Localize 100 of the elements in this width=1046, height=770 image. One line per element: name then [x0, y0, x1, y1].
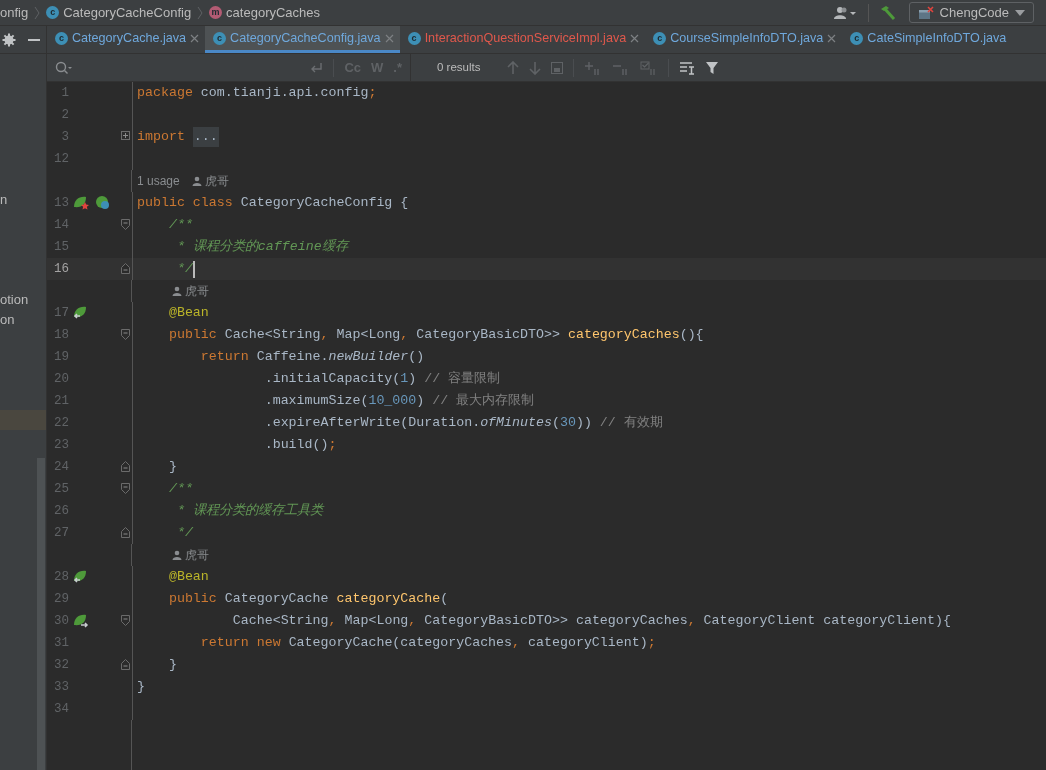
fold-marker-icon[interactable]	[121, 329, 130, 340]
code-token: ;	[328, 436, 337, 455]
breadcrumb[interactable]: m categoryCaches	[204, 2, 326, 23]
class-icon: c	[213, 31, 227, 45]
add-occurrence-icon[interactable]	[584, 60, 602, 75]
code-token: ,	[512, 634, 522, 653]
author-hint[interactable]: 虎哥	[184, 282, 209, 300]
scrollbar[interactable]	[37, 458, 45, 770]
close-icon[interactable]	[827, 33, 837, 43]
editor-tab[interactable]: c CateSimpleInfoDTO.java	[842, 26, 1013, 53]
bean-leaf-icon[interactable]	[72, 613, 90, 629]
arrow-down-icon[interactable]	[529, 60, 541, 75]
code-token: (	[551, 414, 560, 433]
close-icon[interactable]	[630, 33, 640, 43]
bean-leaf-icon[interactable]	[72, 195, 90, 211]
line-number: 22	[53, 414, 69, 432]
code-comment: */	[176, 260, 193, 279]
editor-tab[interactable]: c CategoryCache.java	[47, 26, 206, 53]
code-comment: * 课程分类的caffeine缓存	[176, 238, 348, 257]
code-comment: */	[176, 524, 193, 543]
lines-icon[interactable]	[679, 60, 695, 75]
line-number: 23	[53, 436, 69, 454]
code-token: }	[168, 656, 177, 675]
code-token: }	[168, 458, 177, 477]
code-token: newBuilder	[328, 348, 409, 367]
code-token: CategoryClient categoryClient){	[703, 612, 951, 631]
settings-icon[interactable]	[2, 32, 16, 47]
tree-item[interactable]: n	[0, 190, 46, 210]
code-comment: // 容量限制	[424, 370, 501, 389]
fold-marker-icon[interactable]	[121, 527, 130, 538]
filter-icon[interactable]	[705, 60, 719, 75]
fold-marker-icon[interactable]	[121, 615, 130, 626]
code-token: return new	[200, 634, 282, 653]
usage-hint[interactable]: 1 usage	[137, 172, 180, 190]
line-number: 15	[53, 238, 69, 256]
expand-marker-icon[interactable]	[121, 131, 130, 140]
chevron-icon	[33, 5, 42, 20]
code-token: @Bean	[168, 568, 209, 587]
line-number: 30	[53, 612, 69, 630]
line-number: 19	[53, 348, 69, 366]
bean-leaf-icon[interactable]	[94, 195, 112, 211]
code-token: CategoryCache	[224, 590, 330, 609]
line-number: 27	[53, 524, 69, 542]
class-icon: c	[407, 31, 421, 45]
editor-tab[interactable]: c CourseSimpleInfoDTO.java	[645, 26, 843, 53]
code-token: Cache<String	[224, 326, 321, 345]
code-token: ,	[328, 612, 338, 631]
tree-item[interactable]: on	[0, 310, 46, 330]
window-error-icon	[917, 5, 934, 20]
line-number: 34	[53, 700, 69, 718]
wrap-icon[interactable]	[309, 61, 324, 74]
code-token: Caffeine.	[256, 348, 329, 367]
close-icon[interactable]	[384, 33, 394, 43]
select-all-icon[interactable]	[640, 60, 658, 75]
line-number: 1	[60, 84, 69, 102]
class-icon: c	[46, 6, 60, 19]
author-hint[interactable]: 虎哥	[204, 172, 229, 190]
code-token: ,	[687, 612, 697, 631]
breadcrumb[interactable]: c CategoryCacheConfig	[41, 2, 197, 23]
code-comment: /**	[168, 216, 193, 235]
code-token: CategoryCacheConfig {	[240, 194, 409, 213]
code-comment: // 有效期	[599, 414, 663, 433]
line-number: 2	[60, 106, 69, 124]
code-token: com.tianji.api.config	[200, 84, 369, 103]
fold-marker-icon[interactable]	[121, 659, 130, 670]
code-token: ,	[400, 326, 410, 345]
code-token: ()	[408, 348, 425, 367]
editor-tab[interactable]: c InteractionQuestionServiceImpl.java	[399, 26, 646, 53]
author-hint[interactable]: 虎哥	[184, 546, 209, 564]
code-token: public	[168, 590, 218, 609]
square-icon[interactable]	[551, 61, 563, 74]
run-configuration-dropdown[interactable]: ChengCode	[908, 2, 1034, 23]
code-token: public	[168, 326, 218, 345]
line-number: 12	[53, 150, 69, 168]
close-icon[interactable]	[190, 33, 200, 43]
line-number: 20	[53, 370, 69, 388]
class-icon: c	[850, 31, 864, 45]
fold-marker-icon[interactable]	[121, 219, 130, 230]
code-token: public class	[137, 194, 234, 213]
person-icon	[191, 176, 202, 186]
code-token: import	[137, 128, 186, 147]
line-number: 14	[53, 216, 69, 234]
line-number: 24	[53, 458, 69, 476]
code-token: 30	[559, 414, 576, 433]
code-token: package	[137, 84, 194, 103]
people-icon[interactable]	[833, 5, 858, 20]
line-number: 13	[53, 194, 69, 212]
tree-item[interactable]: otion	[0, 290, 46, 310]
fold-marker-icon[interactable]	[121, 483, 130, 494]
breadcrumb[interactable]: onfig	[0, 2, 34, 23]
fold-marker-icon[interactable]	[121, 461, 130, 472]
arrow-up-icon[interactable]	[507, 60, 519, 75]
search-icon	[55, 60, 73, 75]
editor-tab[interactable]: c CategoryCacheConfig.java	[205, 26, 400, 53]
fold-marker-icon[interactable]	[121, 263, 130, 274]
code-token: ;	[647, 634, 656, 653]
code-token: CategoryBasicDTO>>	[416, 326, 561, 345]
code-token: Map<Long	[344, 612, 409, 631]
line-number: 18	[53, 326, 69, 344]
code-token: .build()	[264, 436, 329, 455]
